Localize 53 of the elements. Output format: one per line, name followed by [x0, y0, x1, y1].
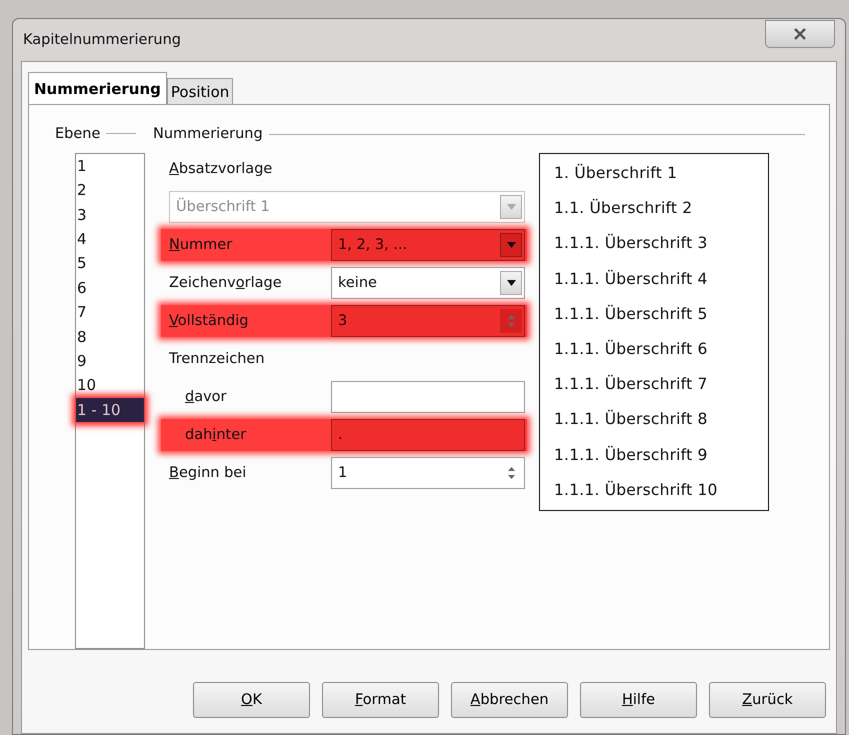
dialog-button[interactable]: Zurück — [709, 682, 826, 718]
caret-icon — [506, 280, 516, 286]
dropdown[interactable]: keine — [331, 267, 525, 299]
preview-line: 1. Überschrift 1 — [554, 162, 678, 184]
field-label: Beginn bei — [169, 465, 248, 481]
close-icon — [793, 28, 807, 40]
list-item[interactable]: 9 — [76, 348, 144, 374]
field-label: dahinter — [185, 427, 248, 443]
window-title: Kapitelnummerierung — [23, 32, 182, 48]
list-item[interactable]: 7 — [76, 300, 144, 325]
preview-line: 1.1.1. Überschrift 4 — [554, 268, 709, 290]
spin-field[interactable]: 1 — [331, 457, 525, 489]
preview-line: 1.1.1. Überschrift 3 — [554, 232, 709, 254]
tab[interactable]: Nummerierung — [28, 72, 167, 104]
list-item[interactable]: 4 — [76, 227, 144, 252]
preview-line: 1.1.1. Überschrift 5 — [554, 304, 709, 325]
spin-arrows-icon — [506, 314, 516, 328]
preview-line: 1.1.1. Überschrift 8 — [554, 408, 709, 430]
caret-icon — [506, 204, 516, 210]
preview-line: 1.1.1. Überschrift 9 — [554, 444, 709, 466]
list-item[interactable]: 2 — [76, 178, 144, 203]
level-list[interactable]: 1 2 3 4 5 6 7 8 9 10 1 - 10 — [75, 152, 145, 649]
tab[interactable]: Position — [166, 78, 234, 104]
preview-line: 1.1. Überschrift 2 — [554, 198, 694, 220]
list-item[interactable]: 8 — [76, 324, 144, 349]
field-label: Absatzvorlage — [169, 161, 274, 177]
preview-line: 1.1.1. Überschrift 6 — [554, 338, 709, 360]
field-label: davor — [185, 389, 228, 405]
close-button[interactable] — [765, 20, 835, 48]
input-field[interactable] — [331, 381, 525, 413]
group-label: Nummerierung — [153, 126, 263, 142]
list-item[interactable]: 10 — [76, 373, 144, 398]
field-label: Zeichenvorlage — [169, 275, 283, 291]
field-label: Trennzeichen — [169, 351, 266, 367]
dialog-button[interactable]: Hilfe — [580, 682, 697, 718]
list-item[interactable]: 1 — [76, 154, 144, 178]
field-label: Nummer — [169, 237, 234, 253]
preview-line: 1.1.1. Überschrift 10 — [554, 480, 719, 501]
dialog-button[interactable]: Format — [322, 682, 439, 718]
dialog-button[interactable]: OK — [193, 682, 310, 718]
spin-field[interactable]: 3 — [331, 305, 525, 337]
dialog-button[interactable]: Abbrechen — [451, 682, 568, 718]
list-item[interactable]: 3 — [76, 202, 144, 227]
preview-line: 1.1.1. Überschrift 7 — [554, 374, 709, 396]
spin-arrows-icon — [506, 466, 516, 480]
list-item[interactable]: 5 — [76, 251, 144, 276]
caret-icon — [506, 242, 516, 248]
list-item[interactable]: 6 — [76, 276, 144, 300]
dropdown[interactable]: 1, 2, 3, ... — [331, 229, 525, 261]
field-label: Vollständig — [169, 313, 250, 329]
group-label: Ebene — [55, 126, 100, 142]
input-field[interactable]: . — [331, 419, 525, 451]
list-item[interactable]: 1 - 10 — [76, 398, 144, 422]
